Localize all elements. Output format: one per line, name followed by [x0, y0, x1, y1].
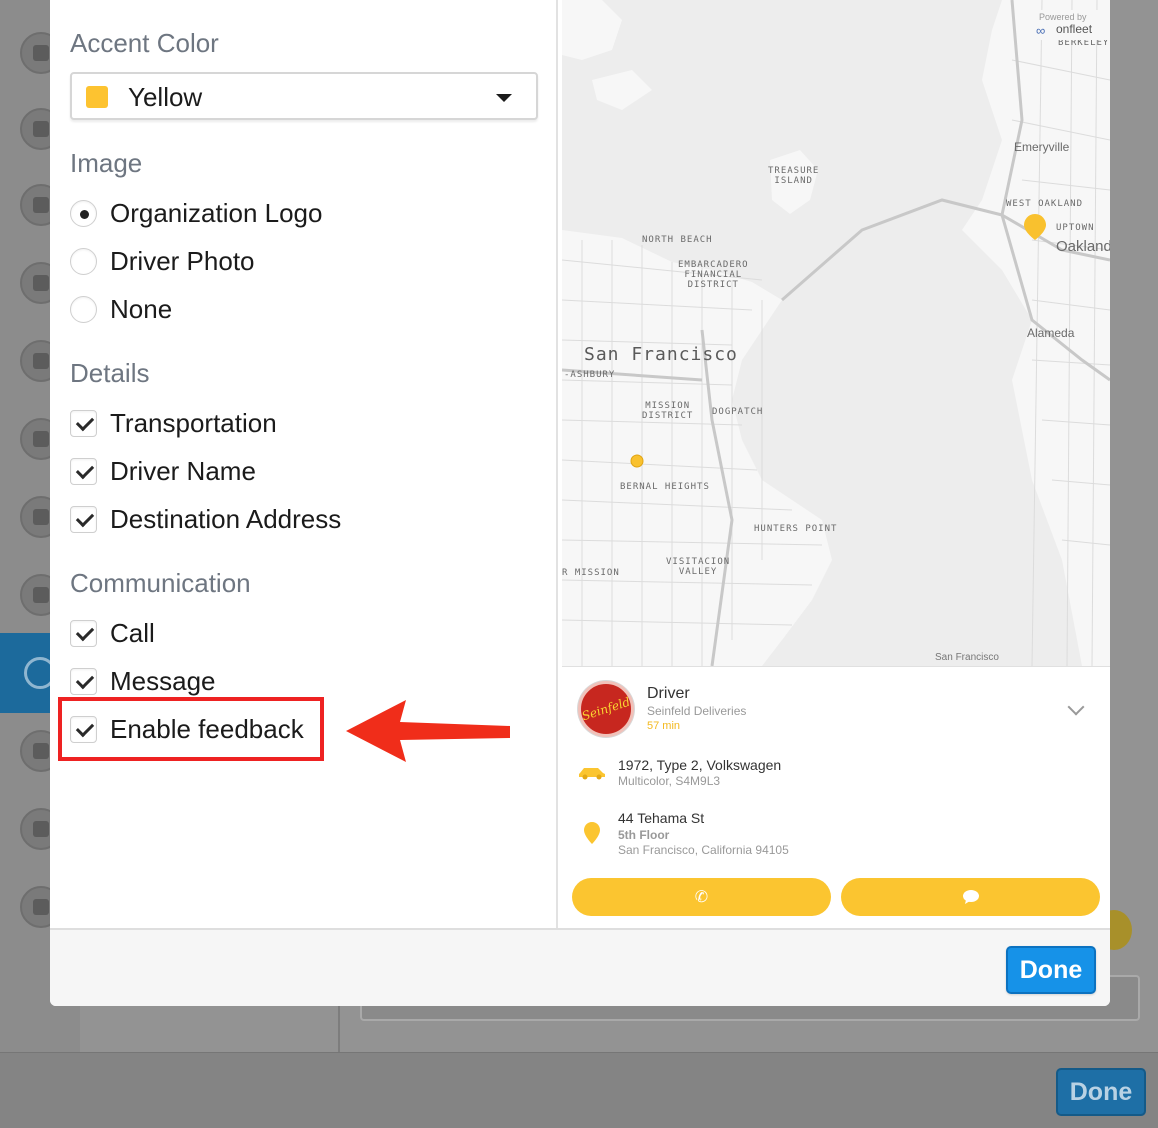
driver-card: Seinfeld Driver Seinfeld Deliveries 57 m… [562, 666, 1110, 928]
map-label: -ASHBURY [564, 370, 616, 380]
option-label: Driver Name [110, 455, 256, 486]
map-label: BERNAL HEIGHTS [620, 482, 710, 492]
location-pin-icon [584, 822, 600, 844]
destination-unit: 5th Floor [618, 828, 670, 842]
details-option-driver-name[interactable]: Driver Name [70, 454, 256, 488]
background-footer [0, 1052, 1158, 1128]
accent-color-swatch [86, 86, 108, 108]
map-label: WEST OAKLAND [1006, 199, 1084, 209]
option-label: Transportation [110, 407, 277, 438]
driver-organization: Seinfeld Deliveries [647, 704, 747, 718]
map-city-label: San Francisco [584, 344, 738, 365]
driver-eta: 57 min [647, 720, 681, 732]
logo-text: Seinfeld [580, 694, 632, 724]
option-label: None [110, 293, 173, 324]
option-label: Call [110, 617, 155, 648]
map-label: R MISSION [562, 568, 620, 578]
map-label: EMBARCADERO FINANCIAL DISTRICT [678, 260, 749, 290]
call-button[interactable]: ✆ [572, 878, 831, 916]
background-done-button: Done [1056, 1068, 1146, 1116]
accent-color-select[interactable]: Yellow [70, 72, 538, 120]
vehicle-description: 1972, Type 2, Volkswagen [618, 757, 782, 773]
option-label: Destination Address [110, 503, 342, 534]
settings-panel: Accent Color Yellow Image Organization L… [50, 0, 558, 928]
image-option-organization-logo[interactable]: Organization Logo [70, 196, 322, 230]
destination-address: 44 Tehama St [618, 810, 705, 826]
details-option-transportation[interactable]: Transportation [70, 406, 277, 440]
map-label: NORTH BEACH [642, 235, 713, 245]
communication-heading: Communication [70, 568, 251, 598]
map-label: TREASURE ISLAND [768, 166, 820, 186]
caret-down-icon [496, 94, 512, 102]
image-heading: Image [70, 148, 143, 178]
vehicle-details: Multicolor, S4M9L3 [618, 774, 721, 788]
image-option-driver-photo[interactable]: Driver Photo [70, 244, 255, 278]
powered-by-badge: Powered by ∞ onfleet [1034, 10, 1110, 40]
checkbox[interactable] [70, 505, 97, 533]
map-town-label: Oakland [1056, 238, 1110, 255]
radio-button[interactable] [70, 247, 97, 275]
map-view[interactable]: TREASURE ISLAND NORTH BEACH EMBARCADERO … [562, 0, 1110, 666]
annotation-arrow-icon [346, 700, 510, 762]
annotation-highlight-box [58, 697, 324, 761]
onfleet-logo-icon: ∞ [1036, 23, 1046, 38]
car-icon [579, 768, 605, 780]
radio-button[interactable] [70, 199, 97, 227]
map-corner-label: San Francisco [935, 652, 999, 663]
checkbox[interactable] [70, 667, 97, 695]
map-label: DOGPATCH [712, 407, 764, 417]
organization-logo: Seinfeld [578, 681, 634, 737]
communication-option-call[interactable]: Call [70, 616, 155, 650]
option-label: Organization Logo [110, 197, 323, 228]
accent-color-value: Yellow [128, 82, 203, 112]
option-label: Message [110, 665, 216, 696]
destination-city: San Francisco, California 94105 [618, 843, 789, 857]
tracking-preview: TREASURE ISLAND NORTH BEACH EMBARCADERO … [562, 0, 1110, 928]
image-option-none[interactable]: None [70, 292, 172, 326]
map-label: VISITACION VALLEY [666, 557, 731, 577]
message-button[interactable] [841, 878, 1100, 916]
brand-name: onfleet [1056, 22, 1093, 36]
accent-color-heading: Accent Color [70, 28, 219, 58]
details-heading: Details [70, 358, 150, 388]
radio-button[interactable] [70, 295, 97, 323]
map-label: UPTOWN [1056, 223, 1095, 233]
modal-footer: Done [50, 928, 1110, 1006]
chevron-down-icon[interactable] [1067, 698, 1085, 716]
communication-option-message[interactable]: Message [70, 664, 216, 698]
chat-bubble-icon [962, 890, 979, 904]
details-option-destination-address[interactable]: Destination Address [70, 502, 341, 536]
checkbox[interactable] [70, 409, 97, 437]
map-town-label: Emeryville [1014, 140, 1070, 154]
checkbox[interactable] [70, 619, 97, 647]
powered-by-text: Powered by [1039, 12, 1087, 22]
done-button[interactable]: Done [1006, 946, 1096, 994]
option-label: Driver Photo [110, 245, 255, 276]
map-town-label: Alameda [1027, 326, 1075, 340]
map-label: MISSION DISTRICT [642, 401, 694, 421]
driver-title: Driver [647, 685, 690, 702]
checkbox[interactable] [70, 457, 97, 485]
background-divider [338, 1005, 340, 1052]
tracking-settings-modal: Accent Color Yellow Image Organization L… [50, 0, 1110, 1006]
map-label: HUNTERS POINT [754, 524, 838, 534]
phone-icon: ✆ [694, 889, 709, 906]
